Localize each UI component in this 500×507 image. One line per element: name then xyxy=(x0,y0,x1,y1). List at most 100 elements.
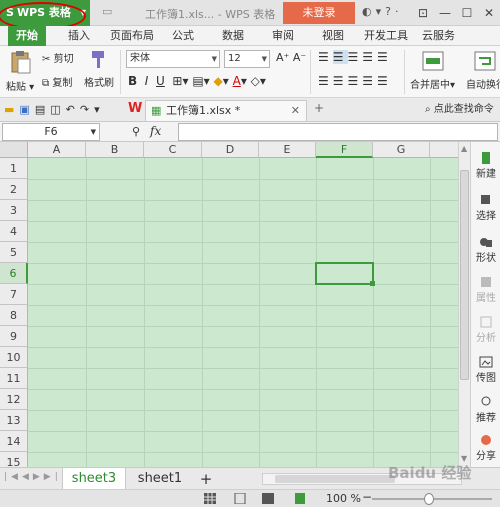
sheet-tab-sheet3[interactable]: sheet3 xyxy=(62,468,126,490)
open-folder-icon[interactable]: ▬ xyxy=(4,103,19,116)
copy-button[interactable]: ⧉ 复制 xyxy=(42,74,72,89)
task-upload-image[interactable]: 传图 xyxy=(471,356,500,384)
tab-insert[interactable]: 插入 xyxy=(68,26,90,46)
minimize-button[interactable]: — xyxy=(434,0,456,26)
add-sheet-button[interactable]: + xyxy=(194,468,218,490)
zoom-percentage[interactable]: 100 % xyxy=(326,492,361,505)
tab-home[interactable]: 开始 xyxy=(8,26,46,46)
zoom-slider-thumb[interactable] xyxy=(424,493,434,505)
row-header[interactable]: 8 xyxy=(0,305,28,326)
row-header[interactable]: 15 xyxy=(0,452,28,467)
restore-icon[interactable]: ⊡ xyxy=(412,0,434,26)
close-button[interactable]: ✕ xyxy=(478,0,500,26)
column-header[interactable] xyxy=(430,142,458,158)
fill-handle[interactable] xyxy=(370,281,375,286)
font-grow-button[interactable]: A⁺ A⁻ xyxy=(276,51,306,64)
merge-center-icon[interactable] xyxy=(422,50,444,72)
cut-button[interactable]: ✂ 剪切 xyxy=(42,50,74,65)
border-icon[interactable]: ⊞ xyxy=(172,74,182,88)
print-preview-icon[interactable]: ◫ xyxy=(50,103,65,116)
column-header[interactable]: E xyxy=(259,142,316,158)
column-header[interactable]: B xyxy=(86,142,144,158)
fill-color-icon[interactable]: ◆ xyxy=(214,74,223,88)
row-header[interactable]: 9 xyxy=(0,326,28,347)
page-layout-view-icon[interactable] xyxy=(262,493,274,504)
task-recommend[interactable]: 推荐 xyxy=(471,396,500,424)
task-share[interactable]: 分享 xyxy=(471,434,500,462)
paste-icon[interactable] xyxy=(10,50,32,74)
column-header[interactable]: G xyxy=(373,142,430,158)
tab-view[interactable]: 视图 xyxy=(322,26,344,46)
column-header[interactable]: C xyxy=(144,142,202,158)
row-header[interactable]: 7 xyxy=(0,284,28,305)
row-header[interactable]: 3 xyxy=(0,200,28,221)
command-search[interactable]: ⌕ 点此查找命令 xyxy=(425,101,500,119)
page-break-view-icon[interactable] xyxy=(234,493,246,504)
row-header[interactable]: 12 xyxy=(0,389,28,410)
redo-icon[interactable]: ↷ xyxy=(80,103,94,116)
auto-wrap-button[interactable]: 自动换行 xyxy=(466,76,500,91)
column-header-selected[interactable]: F xyxy=(316,142,373,158)
reading-mode-icon[interactable] xyxy=(294,493,306,504)
insert-function-button[interactable]: fx xyxy=(150,124,161,138)
undo-icon[interactable]: ↶ xyxy=(66,103,80,116)
row-header-selected[interactable]: 6 xyxy=(0,263,28,284)
task-new[interactable]: 新建 xyxy=(471,152,500,180)
scroll-thumb[interactable] xyxy=(275,475,395,483)
vertical-scrollbar[interactable]: ▲ ▼ xyxy=(458,142,470,467)
help-button[interactable]: ? xyxy=(385,5,395,18)
clear-format-icon[interactable]: ◇ xyxy=(251,74,260,88)
quick-access-icons[interactable]: ▭ xyxy=(102,5,118,18)
row-header[interactable]: 2 xyxy=(0,179,28,200)
tab-cloud[interactable]: 云服务 xyxy=(422,26,455,46)
row-header[interactable]: 11 xyxy=(0,368,28,389)
zoom-out-button[interactable]: − xyxy=(362,490,372,504)
paste-button[interactable]: 粘贴 ▾ xyxy=(6,78,34,93)
italic-icon[interactable]: I xyxy=(145,74,149,88)
task-select[interactable]: 选择 xyxy=(471,194,500,222)
merge-cells-icon[interactable]: ▤ xyxy=(192,74,203,88)
sheet-tab-sheet1[interactable]: sheet1 xyxy=(128,468,192,490)
quick-tools[interactable]: ▬▣▤◫↶↷▾ xyxy=(4,103,105,116)
column-header[interactable]: D xyxy=(202,142,259,158)
more-tools-icon[interactable]: ▾ xyxy=(94,103,105,116)
row-header[interactable]: 4 xyxy=(0,221,28,242)
auto-wrap-icon[interactable] xyxy=(474,50,496,72)
row-header[interactable]: 10 xyxy=(0,347,28,368)
select-all-corner[interactable] xyxy=(0,142,28,158)
zoom-search-icon[interactable]: ⚲ xyxy=(132,125,140,138)
login-button[interactable]: 未登录 xyxy=(283,2,355,24)
scroll-up-icon[interactable]: ▲ xyxy=(461,144,467,153)
task-analyze[interactable]: 分析 xyxy=(471,316,500,344)
task-shape[interactable]: 形状 xyxy=(471,236,500,264)
tab-data[interactable]: 数据 xyxy=(222,26,244,46)
format-painter-button[interactable]: 格式刷 xyxy=(84,74,114,89)
tab-review[interactable]: 审阅 xyxy=(272,26,294,46)
row-header[interactable]: 13 xyxy=(0,410,28,431)
print-icon[interactable]: ▤ xyxy=(35,103,50,116)
formula-input[interactable] xyxy=(178,123,498,141)
skin-icon[interactable]: ◐ xyxy=(362,5,376,18)
font-name-select[interactable]: 宋体 ▼ xyxy=(126,50,220,68)
active-cell-f6[interactable] xyxy=(315,262,374,285)
column-header[interactable]: A xyxy=(28,142,86,158)
bold-icon[interactable]: B xyxy=(128,74,137,88)
document-tab[interactable]: ▦ 工作簿1.xlsx * ✕ xyxy=(145,100,307,121)
tab-page-layout[interactable]: 页面布局 xyxy=(110,26,154,46)
name-box[interactable]: F6 ▼ xyxy=(2,123,100,141)
save-icon[interactable]: ▣ xyxy=(19,103,34,116)
row-header[interactable]: 14 xyxy=(0,431,28,452)
scroll-thumb[interactable] xyxy=(460,170,469,380)
row-header[interactable]: 5 xyxy=(0,242,28,263)
spreadsheet-grid[interactable]: A B C D E F G 1 2 3 4 5 6 7 8 9 10 11 12… xyxy=(0,142,458,467)
sheet-nav-arrows[interactable]: |◀◀▶▶| xyxy=(4,472,62,482)
add-tab-icon[interactable]: + xyxy=(314,101,324,115)
font-size-select[interactable]: 12 ▼ xyxy=(224,50,270,68)
font-color-icon[interactable]: A xyxy=(233,74,241,88)
settings-icon[interactable]: · xyxy=(395,5,403,18)
horizontal-align-buttons[interactable]: ☰☰☰☰☰ xyxy=(318,74,392,88)
shirt-icon[interactable]: ▾ xyxy=(376,5,386,18)
font-style-buttons[interactable]: B I U ⊞▾ ▤▾ ◆▾ A▾ ◇▾ xyxy=(128,74,266,88)
underline-icon[interactable]: U xyxy=(156,74,165,88)
tab-developer[interactable]: 开发工具 xyxy=(364,26,408,46)
